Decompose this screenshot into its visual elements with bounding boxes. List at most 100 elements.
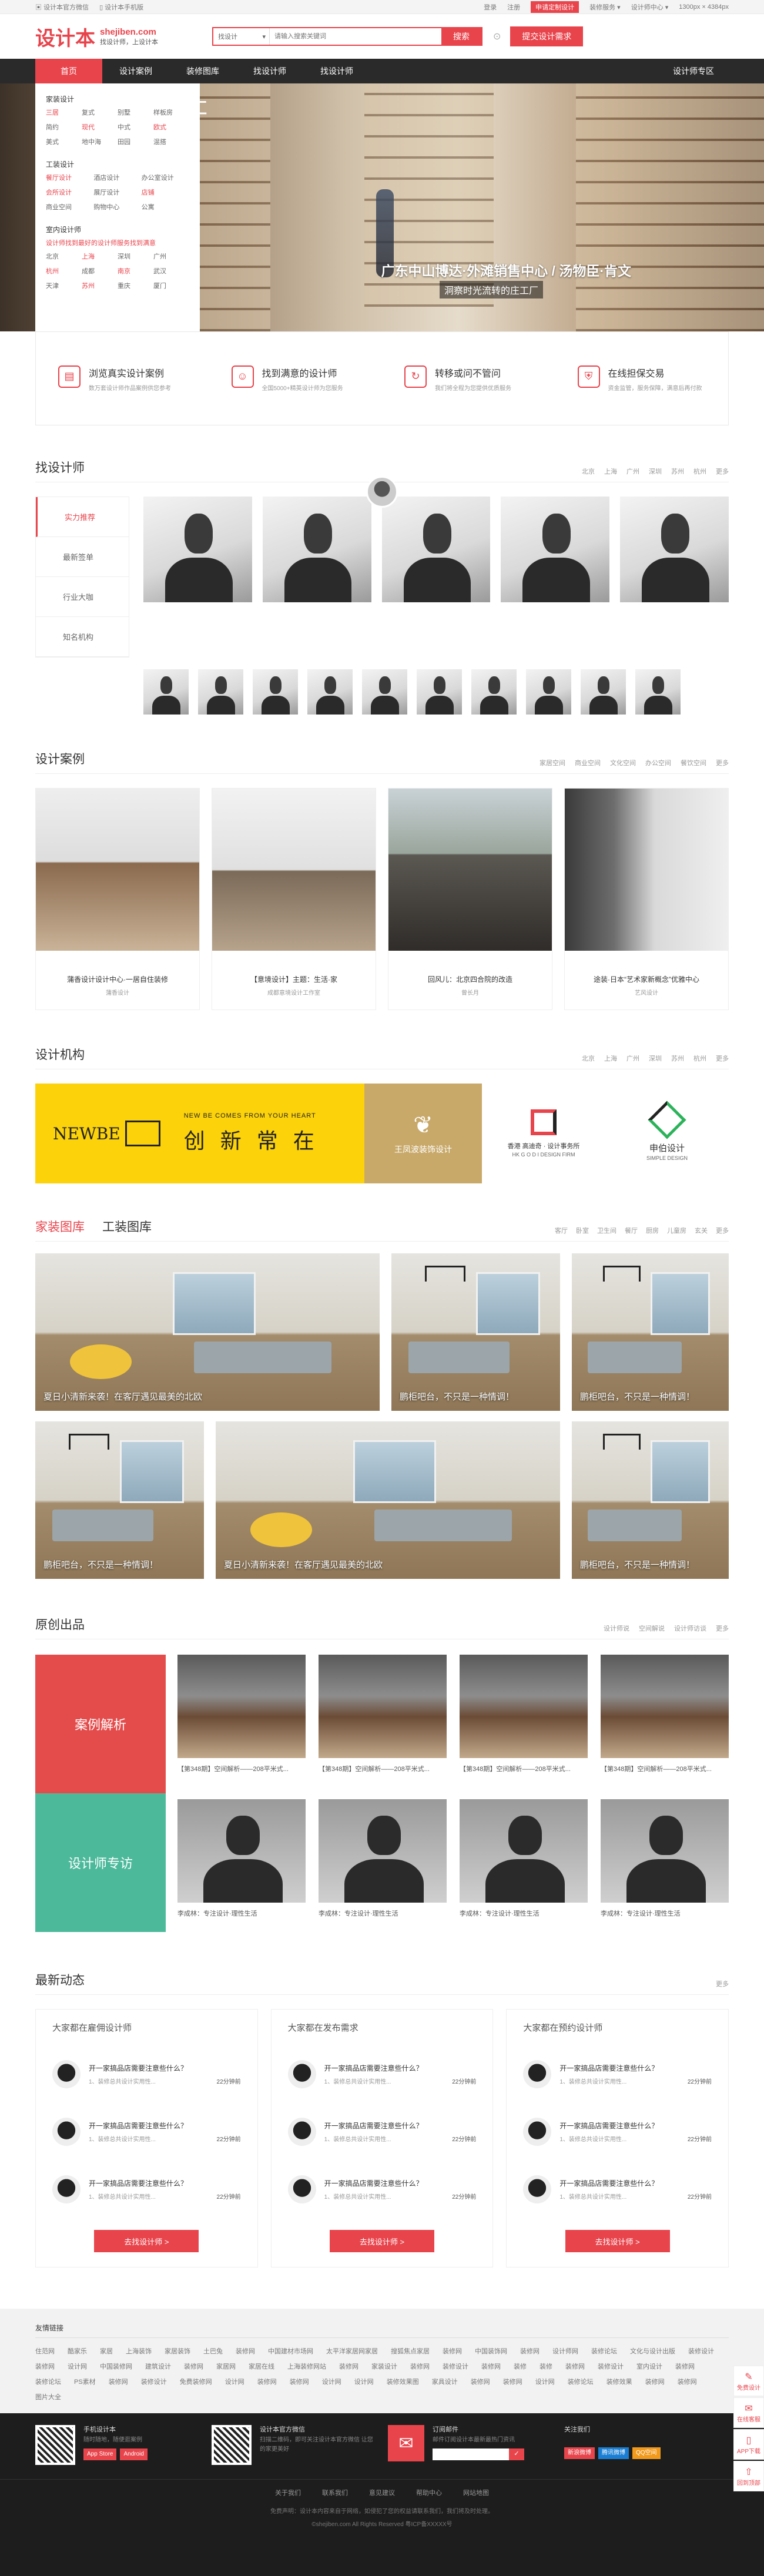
nav-find-designer-2[interactable]: 找设计师 — [303, 59, 370, 83]
friend-link[interactable]: 装修论坛 — [591, 2346, 617, 2356]
friend-link[interactable]: 装修网 — [645, 2377, 665, 2386]
case-tab[interactable]: 文化空间 — [610, 758, 636, 767]
friend-link[interactable]: 家居装饰 — [165, 2346, 190, 2356]
designer-thumb[interactable] — [307, 669, 353, 715]
footer-link[interactable]: 意见建议 — [369, 2488, 395, 2497]
friend-link[interactable]: 中国装修网 — [100, 2362, 132, 2371]
org-simple[interactable]: 申伯设计 SIMPLE DESIGN — [605, 1084, 729, 1183]
hero-banner[interactable]: 名汇 广东中山博达·外滩销售中心 / 汤物臣·肯文 洞察时光流转的庄工厂 家装设… — [0, 83, 764, 331]
friend-link[interactable]: 土巴兔 — [203, 2346, 223, 2356]
friend-link[interactable]: 装修网 — [184, 2362, 203, 2371]
original-item[interactable]: 【第348期】空间解析——208平米式... — [601, 1655, 729, 1787]
friend-link[interactable]: 装修网 — [443, 2346, 462, 2356]
register-link[interactable]: 注册 — [507, 2, 520, 12]
city-tab[interactable]: 苏州 — [671, 1054, 684, 1063]
friend-link[interactable]: 图片大全 — [35, 2392, 61, 2401]
friend-link[interactable]: 装修效果 — [606, 2377, 632, 2386]
category-link[interactable]: 南京 — [118, 266, 153, 276]
tencent-weibo-button[interactable]: 腾讯微博 — [598, 2447, 629, 2459]
city-tab[interactable]: 更多 — [716, 1054, 729, 1063]
friend-link[interactable]: 装修网 — [481, 2362, 501, 2371]
custom-design-link[interactable]: 申请定制设计 — [531, 1, 579, 13]
room-filter[interactable]: 客厅 — [555, 1226, 568, 1235]
case-tab[interactable]: 办公空间 — [645, 758, 671, 767]
gallery-item[interactable]: 鹏柜吧台，不只是一种情调！ — [572, 1421, 729, 1579]
service-item[interactable]: ↻ 转移或问不管问 我们将全程为您提供优质服务 — [382, 365, 555, 392]
friend-link[interactable]: 上海装修网站 — [287, 2362, 326, 2371]
category-link[interactable]: 中式 — [118, 122, 153, 132]
category-link[interactable]: 杭州 — [46, 266, 82, 276]
category-link[interactable]: 天津 — [46, 281, 82, 290]
app-store-button[interactable]: App Store — [83, 2448, 117, 2460]
friend-link[interactable]: 设计网 — [322, 2377, 341, 2386]
friend-link[interactable]: 中国建材市场网 — [268, 2346, 313, 2356]
gallery-item[interactable]: 夏日小清新来袭！在客厅遇见最美的北欧 — [35, 1253, 380, 1411]
friend-link[interactable]: 家装设计 — [371, 2362, 397, 2371]
designer-thumb[interactable] — [253, 669, 298, 715]
case-analysis-block[interactable]: 案例解析 — [35, 1655, 166, 1793]
qzone-button[interactable]: QQ空间 — [632, 2447, 661, 2459]
friend-link[interactable]: 装修 — [540, 2362, 552, 2371]
city-tab[interactable]: 杭州 — [693, 467, 706, 476]
friend-link[interactable]: 文化与设计出版 — [630, 2346, 675, 2356]
search-button[interactable]: 搜索 — [441, 28, 481, 45]
category-link[interactable]: 深圳 — [118, 251, 153, 261]
news-row[interactable]: 开一家搞品店需要注意些什么？ 1、装修总共设计实用性... 22分钟前 — [287, 2103, 476, 2161]
city-tab[interactable]: 更多 — [716, 467, 729, 476]
weibo-button[interactable]: 新浪微博 — [564, 2447, 595, 2459]
friend-link[interactable]: 装修网 — [109, 2377, 128, 2386]
footer-link[interactable]: 关于我们 — [275, 2488, 301, 2497]
friend-link[interactable]: 中国装饰网 — [475, 2346, 507, 2356]
news-row[interactable]: 开一家搞品店需要注意些什么？ 1、装修总共设计实用性... 22分钟前 — [52, 2103, 241, 2161]
android-button[interactable]: Android — [120, 2448, 148, 2460]
nav-gallery[interactable]: 装修图库 — [169, 59, 236, 83]
friend-link[interactable]: 装修效果图 — [387, 2377, 419, 2386]
friend-link[interactable]: 设计网 — [68, 2362, 87, 2371]
friend-link[interactable]: 搜狐焦点家居 — [391, 2346, 430, 2356]
friend-link[interactable]: 装修网 — [257, 2377, 277, 2386]
original-item[interactable]: 李成林：专注设计·理性生活 — [601, 1799, 729, 1932]
friend-link[interactable]: 装修设计 — [598, 2362, 624, 2371]
city-tab[interactable]: 深圳 — [649, 467, 662, 476]
category-link[interactable]: 地中海 — [82, 137, 118, 146]
original-item[interactable]: 【第348期】空间解析——208平米式... — [319, 1655, 447, 1787]
room-filter[interactable]: 儿童房 — [667, 1226, 686, 1235]
nav-home[interactable]: 首页 — [35, 59, 102, 83]
friend-link[interactable]: 装修网 — [236, 2346, 255, 2356]
search-input[interactable] — [270, 28, 441, 45]
room-filter[interactable]: 厨房 — [646, 1226, 659, 1235]
friend-link[interactable]: 装修设计 — [141, 2377, 167, 2386]
gallery-item[interactable]: 夏日小清新来袭！在客厅遇见最美的北欧 — [216, 1421, 560, 1579]
tab-work-gallery[interactable]: 工装图库 — [102, 1217, 152, 1235]
category-link[interactable]: 厦门 — [153, 281, 189, 290]
room-filter[interactable]: 玄关 — [695, 1226, 708, 1235]
friend-link[interactable]: 装修设计 — [688, 2346, 714, 2356]
case-tab[interactable]: 更多 — [716, 758, 729, 767]
category-link[interactable]: 武汉 — [153, 266, 189, 276]
news-row[interactable]: 开一家搞品店需要注意些什么？ 1、装修总共设计实用性... 22分钟前 — [52, 2045, 241, 2103]
designer-card[interactable] — [501, 497, 610, 602]
tab-home-gallery[interactable]: 家装图库 — [35, 1217, 85, 1235]
news-row[interactable]: 开一家搞品店需要注意些什么？ 1、装修总共设计实用性... 22分钟前 — [287, 2161, 476, 2218]
gallery-item[interactable]: 鹏柜吧台，不只是一种情调！ — [35, 1421, 204, 1579]
subscribe-button[interactable]: ✓ — [509, 2448, 524, 2460]
side-回到顶部[interactable]: ⇧ 回到顶部 — [733, 2461, 764, 2491]
side-APP下载[interactable]: ▯ APP下载 — [733, 2429, 764, 2460]
filter-item[interactable]: 实力推荐 — [36, 497, 129, 537]
designer-card[interactable] — [143, 497, 252, 602]
friend-link[interactable]: 建筑设计 — [145, 2362, 171, 2371]
friend-link[interactable]: 装修网 — [520, 2346, 540, 2356]
original-item[interactable]: 李成林：专注设计·理性生活 — [460, 1799, 588, 1932]
news-row[interactable]: 开一家搞品店需要注意些什么？ 1、装修总共设计实用性... 22分钟前 — [52, 2161, 241, 2218]
filter-item[interactable]: 最新签单 — [36, 537, 129, 577]
city-tab[interactable]: 上海 — [604, 467, 617, 476]
friend-link[interactable]: 家居在线 — [249, 2362, 274, 2371]
email-field[interactable] — [433, 2448, 509, 2460]
designer-center-menu[interactable]: 设计师中心 ▾ — [631, 2, 669, 12]
friend-link[interactable]: 设计网 — [225, 2377, 244, 2386]
category-link[interactable]: 办公室设计 — [142, 173, 189, 182]
city-tab[interactable]: 广州 — [626, 467, 639, 476]
friend-link[interactable]: 酷家乐 — [68, 2346, 87, 2356]
post-demand-button[interactable]: 提交设计需求 — [510, 26, 584, 46]
designer-thumb[interactable] — [635, 669, 681, 715]
